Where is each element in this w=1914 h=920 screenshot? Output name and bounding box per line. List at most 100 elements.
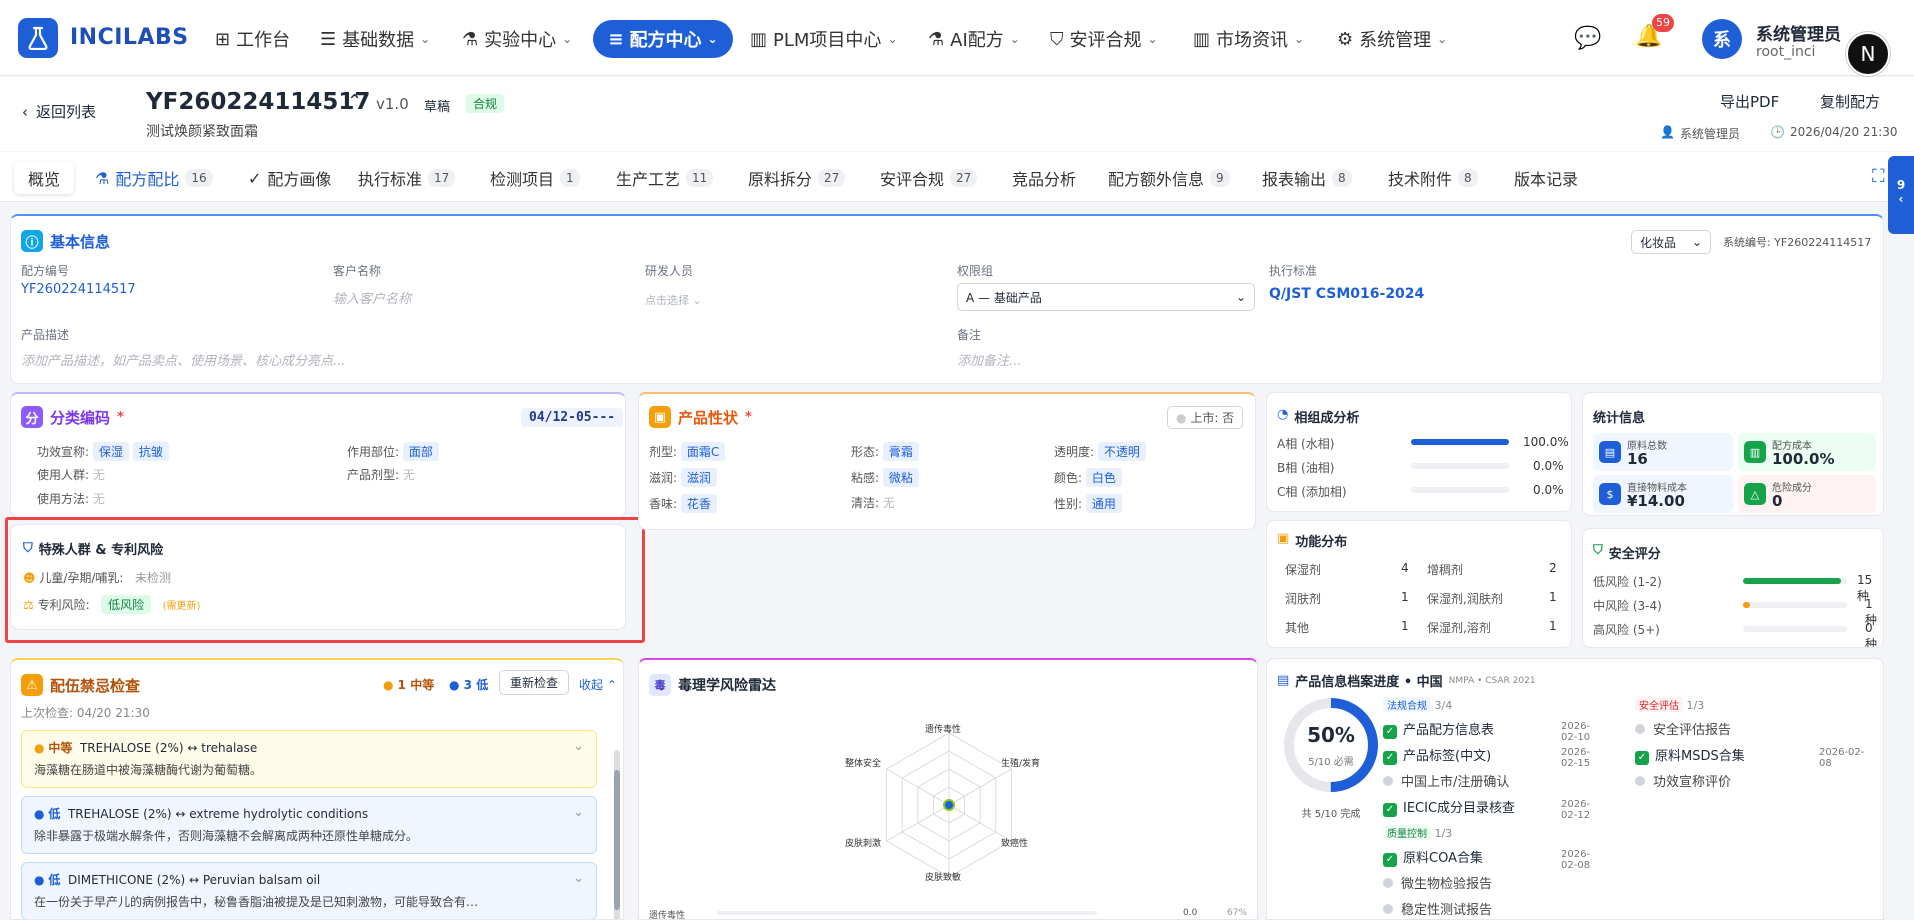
version-label: v1.0 (376, 95, 409, 113)
group-count: 1/3 (1434, 827, 1453, 840)
tab-label: 概览 (28, 170, 61, 189)
archive-item[interactable]: ✓ 产品标签(中文) 2026-02-15 (1383, 745, 1603, 769)
std-link[interactable]: Q/JST CSM016-2024 (1269, 286, 1424, 302)
severity-label: 低 (48, 807, 61, 821)
tab-reports[interactable]: 报表输出 8 (1262, 162, 1352, 194)
tab-formula-ratio[interactable]: ⚗ 配方配比 16 (95, 162, 213, 194)
archive-item[interactable]: 功效宣称评价 (1635, 771, 1731, 790)
archive-item[interactable]: ✓ IECIC成分目录核查 2026-02-12 (1383, 797, 1603, 821)
nav-plm[interactable]: ▥ PLM项目中心 ⌄ (750, 24, 898, 54)
collapse-button[interactable]: 收起 ⌃ (579, 676, 617, 693)
export-pdf-button[interactable]: 导出PDF (1720, 91, 1779, 112)
note-input[interactable]: 添加备注... (957, 350, 1021, 369)
prop-label: 形态: (851, 445, 880, 459)
people-row: 使用人群: 无 (37, 466, 105, 483)
copy-formula-button[interactable]: 复制配方 (1820, 91, 1880, 112)
tab-formula-profile[interactable]: ✓ 配方画像 (248, 162, 331, 194)
tab-overview[interactable]: 概览 (14, 162, 75, 194)
stat-value: 16 (1627, 450, 1648, 468)
info-icon: ⓘ (21, 230, 43, 252)
tab-extra-info[interactable]: 配方额外信息 9 (1108, 162, 1230, 194)
list-icon: ≡ (608, 28, 624, 50)
nav-label: 系统管理 (1359, 30, 1432, 51)
required-star: * (117, 409, 124, 425)
tab-attachments[interactable]: 技术附件 8 (1388, 162, 1478, 194)
compat-item[interactable]: ● 低 DIMETHICONE (2%) ↔ Peruvian balsam o… (21, 862, 597, 919)
nav-system-admin[interactable]: ⚙ 系统管理 ⌄ (1337, 24, 1447, 54)
user-name[interactable]: 系统管理员 (1756, 20, 1841, 45)
tab-process[interactable]: 生产工艺 11 (616, 162, 714, 194)
desc-label: 产品描述 (21, 328, 70, 342)
chevron-up-icon: ⌃ (606, 678, 617, 692)
scrollbar[interactable] (614, 750, 620, 919)
archive-item[interactable]: 中国上市/注册确认 (1383, 771, 1603, 790)
side-panel-toggle[interactable]: 9 ‹ (1888, 156, 1914, 234)
efficacy-row: 功效宣称: 保湿 抗皱 (37, 442, 169, 461)
perm-select[interactable]: A — 基础产品 ⌄ (957, 283, 1255, 311)
classify-icon: 分 (21, 406, 43, 428)
fullscreen-icon[interactable]: ⛶ (1872, 166, 1885, 187)
back-button[interactable]: ‹ 返回列表 (22, 101, 96, 122)
nav-safety-compliance[interactable]: ⛉ 安评合规 ⌄ (1050, 24, 1158, 54)
prop-label: 颜色: (1054, 471, 1083, 485)
form-value: 无 (402, 468, 415, 482)
date-value: 2026/04/20 21:30 (1789, 125, 1898, 139)
nav-formula-center[interactable]: ≡ 配方中心 ⌄ (593, 20, 733, 58)
compat-item[interactable]: ● 低 TREHALOSE (2%) ↔ extreme hydrolytic … (21, 796, 597, 854)
patent-note: (需更新) (162, 601, 201, 612)
desc-input[interactable]: 添加产品描述，如产品卖点、使用场景、核心成分亮点... (21, 350, 345, 369)
title-text: 分类编码 (50, 408, 111, 427)
group-count: 1/3 (1686, 699, 1705, 712)
recheck-button[interactable]: 重新检查 (499, 670, 570, 695)
tab-standards[interactable]: 执行标准 17 (358, 162, 456, 194)
tab-material-split[interactable]: 原料拆分 27 (748, 162, 846, 194)
note-label: 备注 (957, 328, 982, 342)
archive-required: 5/10 必需 (1308, 757, 1354, 768)
phase-label: B相 (油相) (1277, 461, 1335, 475)
prop-label: 香味: (649, 497, 678, 511)
tab-safety[interactable]: 安评合规 27 (880, 162, 978, 194)
rd-select[interactable]: 点击选择 ⌄ (645, 292, 702, 308)
archive-item[interactable]: ✓ 原料MSDS合集 2026-02-08 (1635, 745, 1875, 769)
check-icon: ✓ (1383, 750, 1397, 765)
market-toggle[interactable]: ● 上市: 否 (1167, 406, 1244, 429)
archive-item[interactable]: 微生物检验报告 (1383, 873, 1492, 892)
title-text: 产品信息档案进度 • 中国 (1295, 675, 1443, 690)
archive-item[interactable]: ✓ 产品配方信息表 2026-02-10 (1383, 719, 1603, 743)
radar-row-bar (717, 911, 1097, 915)
client-input[interactable]: 输入客户名称 (333, 288, 411, 307)
nav-market-info[interactable]: ▥ 市场资讯 ⌄ (1193, 24, 1304, 54)
prop-label: 剂型: (649, 445, 678, 459)
radar-axis-label: 皮肤致敏 (925, 873, 962, 883)
category-select[interactable]: 化妆品 ⌄ (1631, 230, 1711, 254)
child-label: 儿童/孕期/哺乳: (39, 571, 124, 585)
tab-test-items[interactable]: 检测项目 1 (490, 162, 580, 194)
corner-avatar[interactable]: N (1846, 32, 1890, 76)
back-label: 返回列表 (36, 103, 97, 121)
radar-axis-label: 整体安全 (845, 759, 882, 769)
nav-basic-data[interactable]: ☰ 基础数据 ⌄ (320, 24, 430, 54)
prop-value: 无 (882, 496, 895, 510)
tab-competitor[interactable]: 竞品分析 (1012, 162, 1076, 194)
low-dot-icon: ● (449, 678, 460, 692)
pending-dot-icon (1383, 776, 1393, 786)
avatar[interactable]: 系 (1702, 19, 1742, 59)
nav-lab-center[interactable]: ⚗ 实验中心 ⌄ (462, 24, 572, 54)
flask-logo-icon[interactable] (18, 18, 58, 58)
nav-workbench[interactable]: ⊞ 工作台 (215, 24, 290, 54)
archive-item[interactable]: 稳定性测试报告 (1383, 899, 1492, 918)
chevron-down-icon: ⌄ (1437, 32, 1448, 46)
chevron-up-icon[interactable]: ⌃ (347, 91, 362, 112)
prop-value: 滋润 (680, 468, 717, 487)
tab-history[interactable]: 版本记录 (1514, 162, 1578, 194)
chat-icon[interactable]: 💬 (1574, 26, 1601, 51)
classify-code[interactable]: 04/12-05--- (521, 408, 624, 427)
archive-item[interactable]: 安全评估报告 (1635, 719, 1731, 738)
archive-title: ▤ 产品信息档案进度 • 中国 NMPA • CSAR 2021 (1277, 671, 1536, 690)
nav-ai-formula[interactable]: ⚗ AI配方 ⌄ (928, 24, 1020, 54)
radar-axis-label: 遗传毒性 (925, 725, 962, 735)
archive-item[interactable]: ✓ 原料COA合集 2026-02-08 (1383, 847, 1603, 871)
brand-name[interactable]: INCILABS (70, 25, 189, 50)
scrollbar-thumb[interactable] (614, 770, 620, 910)
compat-item[interactable]: ● 中等 TREHALOSE (2%) ↔ trehalase 海藻糖在肠道中被… (21, 730, 597, 788)
